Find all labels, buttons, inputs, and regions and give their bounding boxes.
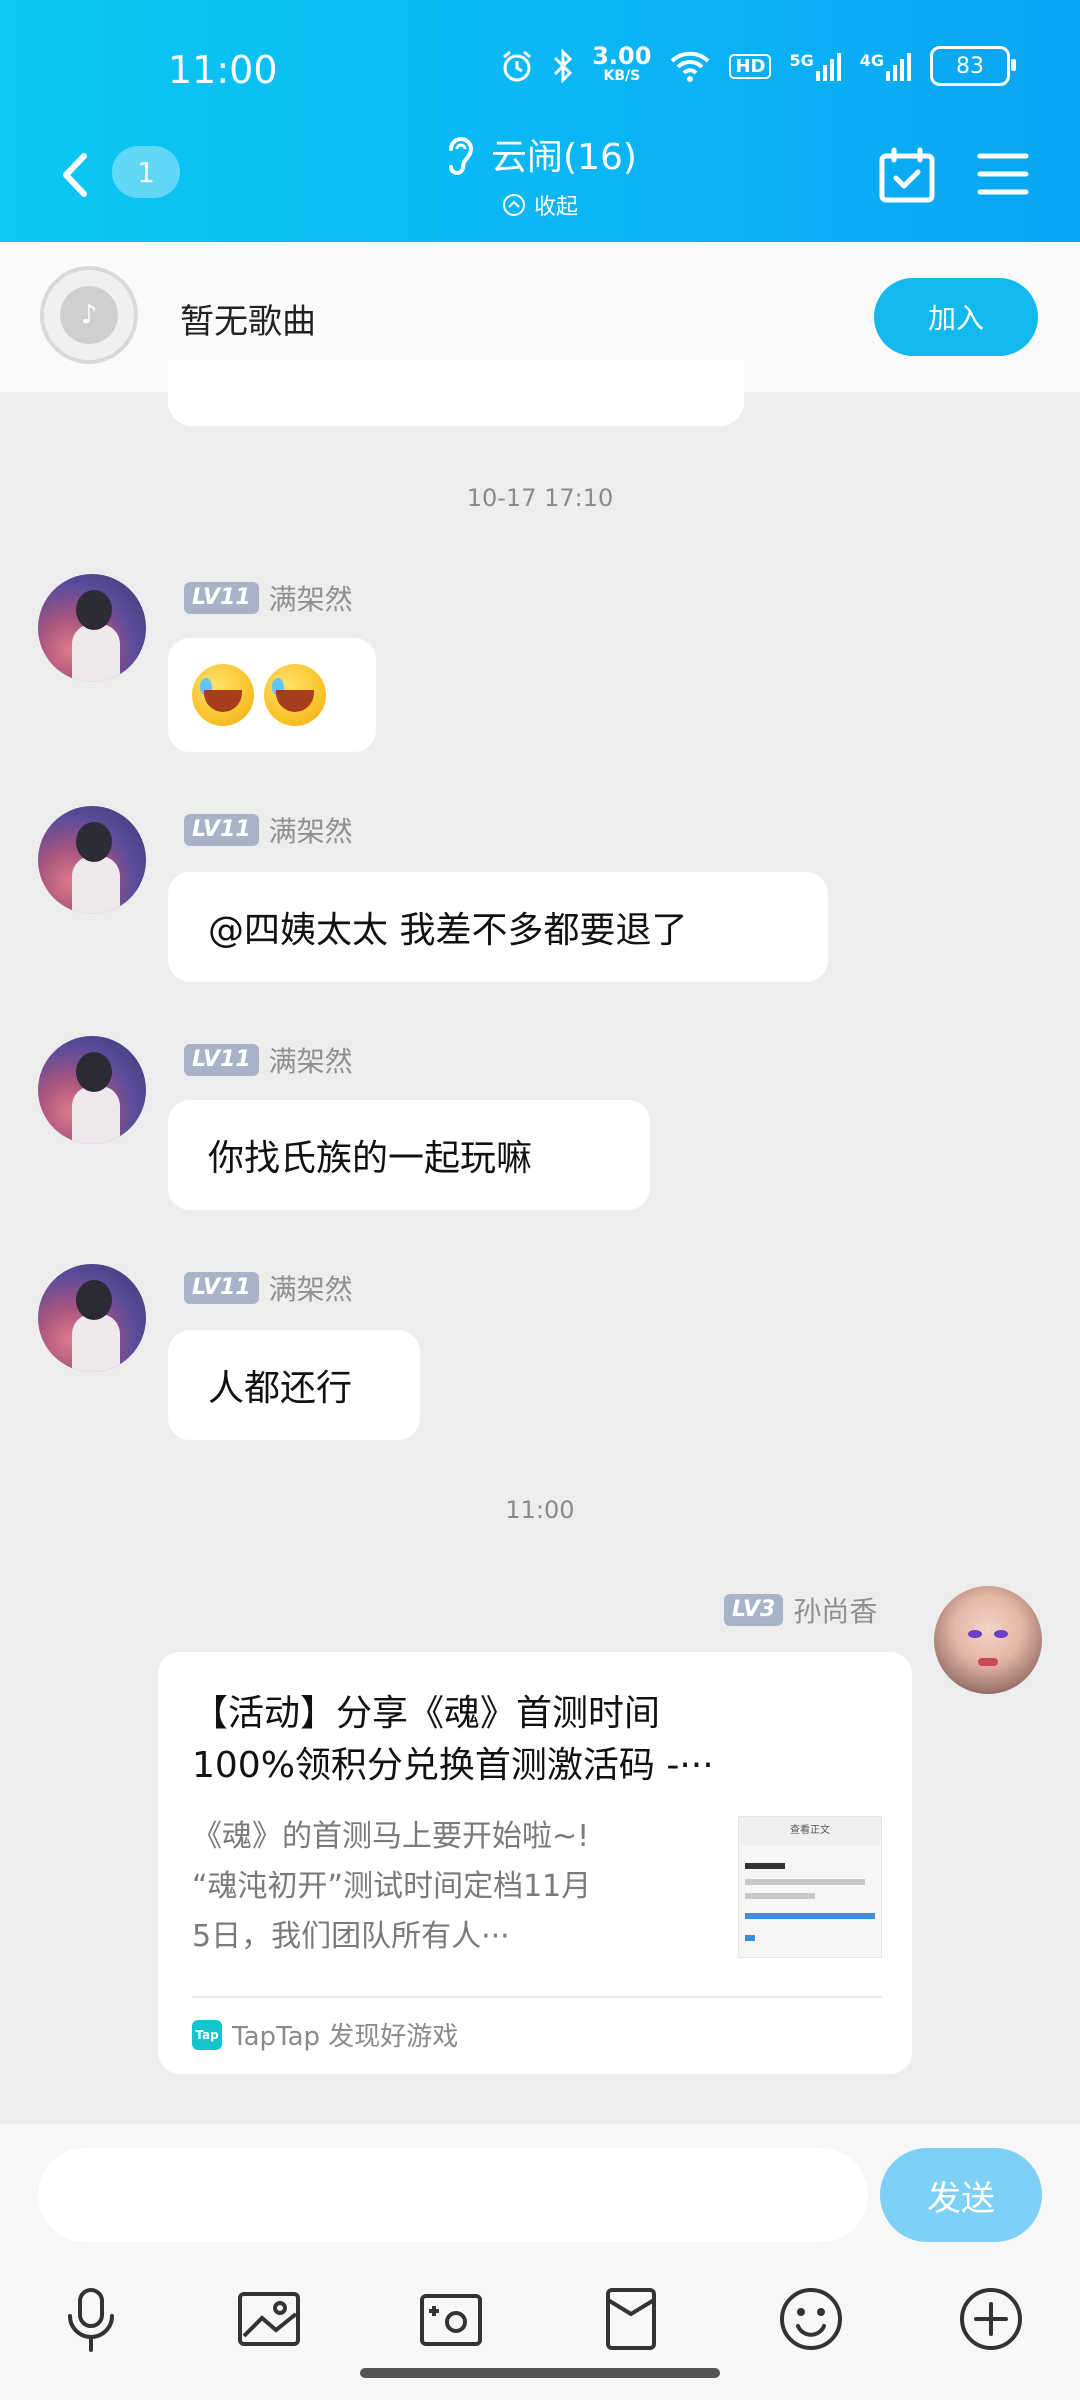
plus-circle-icon[interactable] [956,2284,1026,2354]
music-disc-icon[interactable]: ♪ [40,266,138,364]
signal-bars-icon [815,53,841,81]
sender-meta: LV11 满架然 [184,1268,353,1308]
send-button[interactable]: 发送 [880,2148,1042,2242]
status-time: 11:00 [168,48,278,92]
ear-icon [449,137,474,175]
chat-navbar: 1 云闹(16) 收起 [0,128,1080,228]
sender-name[interactable]: 满架然 [269,578,353,618]
card-title-line: 【活动】分享《魂》首测时间 [192,1693,661,1734]
collapse-label: 收起 [533,195,578,220]
song-label: 暂无歌曲 [180,302,316,342]
message-bubble[interactable]: 你找氏族的一起玩嘛 [168,1100,650,1210]
sender-meta: LV11 满架然 [184,578,353,618]
card-title: 【活动】分享《魂》首测时间 100%领积分兑换首测激活码 -··· [192,1688,882,1792]
signal-4g-label: 4G [859,51,884,70]
shared-link-card[interactable]: 【活动】分享《魂》首测时间 100%领积分兑换首测激活码 -··· 《魂》的首测… [158,1652,912,2074]
chat-title-text: 云闹(16) [491,137,637,178]
menu-icon[interactable] [976,150,1030,198]
level-badge: LV11 [184,1272,259,1304]
camera-icon[interactable] [416,2284,486,2354]
sender-name[interactable]: 满架然 [269,1040,353,1080]
avatar[interactable] [38,806,146,914]
card-divider [192,1996,882,1998]
card-desc-line: 5日，我们团队所有人··· [192,1919,510,1954]
avatar[interactable] [38,1036,146,1144]
red-packet-icon[interactable] [596,2284,666,2354]
calendar-check-icon[interactable] [878,146,936,204]
signal-5g: 5G [789,51,841,81]
sender-meta: LV11 满架然 [184,1040,353,1080]
net-speed-unit: KB/S [603,68,641,84]
level-badge: LV11 [184,582,259,614]
avatar[interactable] [38,574,146,682]
level-badge: LV3 [724,1594,784,1626]
signal-4g: 4G [860,51,912,81]
message-bubble[interactable]: 人都还行 [168,1330,420,1440]
card-description: 《魂》的首测马上要开始啦~! “魂沌初开”测试时间定档11月 5日，我们团队所有… [192,1812,702,1962]
chat-title[interactable]: 云闹(16) [443,128,637,180]
laughing-emoji-icon [192,664,254,726]
image-icon[interactable] [234,2284,304,2354]
taptap-logo-icon: Tap [192,2019,222,2050]
level-badge: LV11 [184,814,259,846]
own-avatar[interactable] [934,1586,1042,1694]
join-button[interactable]: 加入 [874,278,1038,356]
card-source-label: TapTap 发现好游戏 [232,2022,459,2052]
level-badge: LV11 [184,1044,259,1076]
sender-name[interactable]: 孙尚香 [793,1590,877,1630]
net-speed-value: 3.00 [592,42,652,70]
previous-message-bubble[interactable] [168,360,744,426]
signal-5g-label: 5G [789,51,814,70]
own-sender-meta: LV3 孙尚香 [724,1590,877,1630]
signal-bars-icon [886,53,911,81]
composer-area: 发送 [0,2124,1080,2400]
message-timestamp: 11:00 [505,1496,575,1524]
wifi-icon [671,51,710,82]
top-header: 11:00 3.00 KB/S HD 5G 4G 83 1 云闹(16) 收起 [0,0,1080,242]
net-speed: 3.00 KB/S [592,42,652,86]
card-thumbnail: 查看正文 [738,1816,882,1958]
emoji-message-bubble[interactable] [168,638,376,752]
card-desc-line: “魂沌初开”测试时间定档11月 [192,1869,592,1904]
laughing-emoji-icon [264,664,326,726]
sender-name[interactable]: 满架然 [269,1268,353,1308]
hd-badge: HD [729,53,772,79]
avatar[interactable] [38,1264,146,1372]
card-title-line: 100%领积分兑换首测激活码 -··· [192,1745,714,1786]
sender-meta: LV11 满架然 [184,810,353,850]
battery-indicator: 83 [930,46,1016,86]
chevron-up-circle-icon [502,194,525,216]
microphone-icon[interactable] [56,2284,126,2354]
status-bar: 11:00 3.00 KB/S HD 5G 4G 83 [0,40,1080,100]
card-desc-line: 《魂》的首测马上要开始啦~! [192,1819,590,1854]
alarm-icon [503,50,532,82]
composer-toolbar [0,2264,1080,2374]
home-indicator[interactable] [360,2368,720,2378]
sender-name[interactable]: 满架然 [269,810,353,850]
message-timestamp: 10-17 17:10 [466,484,614,512]
message-bubble[interactable]: @四姨太太 我差不多都要退了 [168,872,828,982]
thumb-header: 查看正文 [739,1817,881,1845]
emoji-icon[interactable] [776,2284,846,2354]
message-input[interactable] [38,2148,868,2242]
card-source: Tap TapTap 发现好游戏 [192,2016,458,2053]
status-icons: 3.00 KB/S HD 5G 4G 83 [500,42,1016,86]
bluetooth-icon [554,49,573,83]
